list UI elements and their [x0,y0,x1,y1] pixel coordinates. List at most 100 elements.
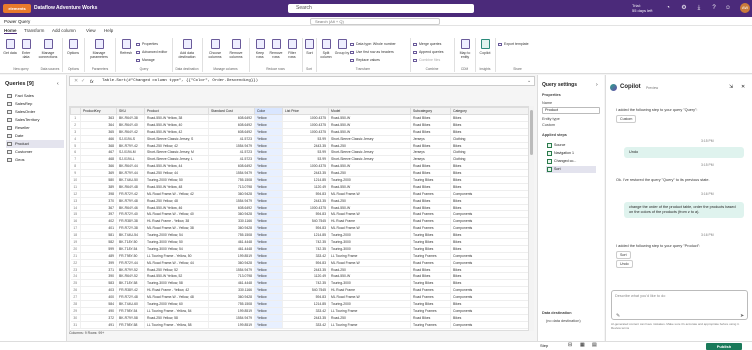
row-number[interactable]: 25 [70,279,81,288]
table-cell[interactable]: Yellow [254,204,283,212]
table-cell[interactable]: Components [450,217,528,226]
table-row[interactable]: 10 580 BK-T44U-50 Touring-2000 Yellow, 50 75… [70,176,528,184]
table-cell[interactable]: Touring Frames [410,307,451,315]
row-number[interactable]: 17 [70,224,81,233]
table-cell[interactable]: 461.4448 [208,245,255,253]
table-cell[interactable]: Touring Bikes [410,279,451,288]
row-number[interactable]: 6 [70,148,81,157]
table-cell[interactable]: BK-T44U-50 [116,176,145,184]
table-cell[interactable]: 2443.35 [282,169,329,178]
row-number[interactable]: 21 [70,252,81,260]
table-cell[interactable]: ML Road Frame-W - Yellow, 38 [144,224,209,233]
table-cell[interactable]: Road Bikes [410,266,451,274]
table-cell[interactable]: Touring-2000 Yellow, 50 [144,176,209,184]
table-cell[interactable]: Bikes [450,231,528,240]
table-cell[interactable]: Yellow [254,155,283,164]
publish-button[interactable]: Publish [706,343,742,350]
table-row[interactable]: 6 467 SJ-0194-M Short-Sleeve Classic Jersey… [70,148,528,157]
table-cell[interactable]: Yellow [254,142,283,150]
row-number[interactable]: 31 [70,321,81,329]
table-row[interactable]: 9 369 BK-R79Y-44 Road-250 Yellow, 44 1554.94… [70,169,528,178]
table-cell[interactable]: Road-550-W [328,204,411,212]
table-cell[interactable]: ML Road Frame-W [328,224,411,233]
table-cell[interactable]: Touring-2000 [328,231,411,240]
table-cell[interactable]: 371 [80,266,117,274]
table-cell[interactable]: Road-250 [328,169,411,178]
table-row[interactable]: 17 401 FR-R72Y-38 ML Road Frame-W - Yellow,… [70,224,528,233]
table-cell[interactable]: 1120.49 [282,272,329,281]
table-cell[interactable]: BK-R64Y-38 [116,114,145,122]
table-cell[interactable]: Road-550-W Yellow, 38 [144,114,209,122]
table-cell[interactable]: Yellow [254,286,283,295]
remove-columns-button[interactable]: Remove columns [226,39,246,67]
query-item[interactable]: Fact Sales [6,92,64,100]
table-cell[interactable]: 713.0798 [208,272,255,281]
row-number[interactable]: 13 [70,197,81,205]
table-cell[interactable]: Touring-2000 Yellow, 54 [144,231,209,240]
table-cell[interactable]: 366 [80,162,117,171]
table-row[interactable]: 19 582 BK-T18Y-50 Touring-3000 Yellow, 50 46… [70,238,528,246]
table-cell[interactable]: Touring-3000 Yellow, 58 [144,279,209,288]
table-cell[interactable]: Touring Bikes [410,238,451,246]
table-cell[interactable]: Jerseys [410,155,451,164]
table-cell[interactable]: 398 [80,190,117,198]
table-cell[interactable]: Yellow [254,300,283,308]
table-cell[interactable]: BK-T18Y-50 [116,238,145,246]
table-cell[interactable]: Yellow [254,293,283,302]
table-cell[interactable]: Bikes [450,300,528,308]
table-cell[interactable]: Touring Frames [410,321,451,329]
column-header[interactable]: Model [328,107,411,115]
table-row[interactable]: 12 398 FR-R72Y-42 ML Road Frame-W - Yellow,… [70,190,528,198]
table-cell[interactable]: 489 [80,252,117,260]
table-cell[interactable]: Touring Frames [410,252,451,260]
table-row[interactable]: 30 372 BK-R79Y-58 Road-250 Yellow, 58 1554.9… [70,314,528,322]
row-number[interactable]: 3 [70,128,81,136]
properties-button[interactable]: Properties [136,42,158,46]
row-number[interactable]: 29 [70,307,81,315]
table-cell[interactable]: Short-Sleeve Classic Jersey, L [144,155,209,164]
table-cell[interactable]: Road Bikes [410,314,451,322]
table-row[interactable]: 29 490 FR-T98Y-54 LL Touring Frame - Yellow… [70,307,528,315]
table-cell[interactable]: Yellow [254,162,283,171]
table-cell[interactable]: 755.1508 [208,300,255,308]
table-cell[interactable]: 199.8519 [208,252,255,260]
row-number[interactable]: 14 [70,204,81,212]
table-cell[interactable]: Bikes [450,245,528,253]
copilot-button[interactable]: Copilot [477,39,493,67]
table-cell[interactable]: 490 [80,307,117,315]
step-chip[interactable]: Sort [616,251,631,259]
schema-view-icon[interactable]: ▤ [592,342,597,348]
table-cell[interactable]: 333.42 [282,321,329,329]
copilot-input[interactable]: Describe what you'd like to do ➤ ✎ [611,290,748,320]
scrollbar-thumb[interactable] [530,110,533,155]
add-data-destination-button[interactable]: Add data destination [176,39,198,67]
row-number[interactable]: 19 [70,238,81,246]
table-cell[interactable]: Road Bikes [410,204,451,212]
choose-columns-button[interactable]: Choose columns [205,39,225,67]
row-number[interactable]: 4 [70,135,81,143]
query-item[interactable]: SalesTerritory [6,116,64,124]
table-cell[interactable]: Road Bikes [410,197,451,205]
table-cell[interactable]: 1554.9479 [208,197,255,205]
table-cell[interactable]: BK-R79Y-48 [116,197,145,205]
row-number[interactable]: 15 [70,210,81,219]
avatar[interactable]: AW [740,3,750,13]
table-row[interactable]: 22 399 FR-R72Y-44 ML Road Frame-W - Yellow,… [70,259,528,267]
row-number[interactable]: 23 [70,266,81,274]
table-cell[interactable]: 1000.4375 [282,204,329,212]
table-cell[interactable]: Bikes [450,162,528,171]
table-cell[interactable]: 1000.4375 [282,162,329,171]
attach-icon[interactable]: ✎ [616,313,620,319]
table-cell[interactable]: Bikes [450,272,528,281]
table-cell[interactable]: Road Frames [410,224,451,233]
table-cell[interactable]: Road-550-W [328,183,411,191]
table-cell[interactable]: 461.4448 [208,279,255,288]
table-cell[interactable]: FR-T98Y-58 [116,321,145,329]
table-cell[interactable]: 360.9428 [208,190,255,198]
table-cell[interactable]: 608.6492 [208,121,255,129]
table-cell[interactable]: Touring Bikes [410,300,451,308]
table-cell[interactable]: Touring-3000 Yellow, 54 [144,245,209,253]
step-source[interactable]: Source [546,142,596,149]
table-cell[interactable]: Components [450,286,528,295]
table-cell[interactable]: Bikes [450,114,528,122]
